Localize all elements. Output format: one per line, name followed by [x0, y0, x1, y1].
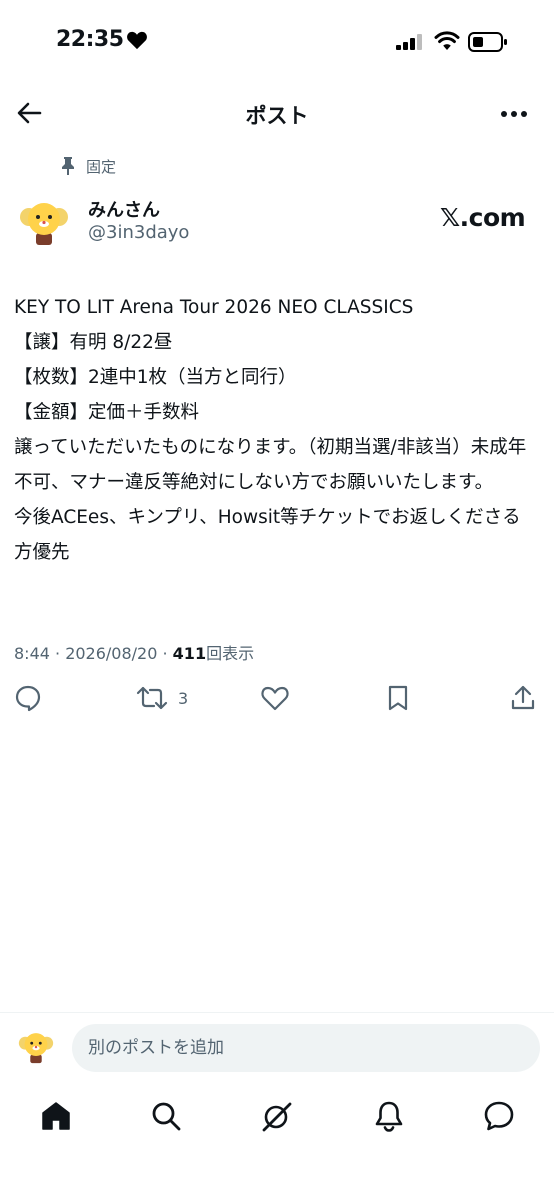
signal-icon — [396, 34, 422, 50]
user-handle[interactable]: @3in3dayo — [88, 222, 189, 243]
page-title: ポスト — [245, 104, 309, 128]
reply-icon[interactable] — [14, 684, 42, 712]
grok-icon[interactable] — [260, 1100, 294, 1134]
views-count: 411 — [172, 644, 207, 663]
search-icon[interactable] — [150, 1100, 182, 1132]
divider — [0, 1012, 554, 1013]
avatar[interactable] — [16, 193, 72, 249]
messages-icon[interactable] — [482, 1100, 516, 1132]
post-meta: 8:44 · 2026/08/20 · 411回表示 — [14, 640, 254, 664]
display-name[interactable]: みんさん — [88, 196, 160, 222]
wifi-icon — [434, 31, 460, 50]
more-icon[interactable] — [500, 110, 528, 118]
views-label: 回表示 — [206, 644, 255, 663]
repost-icon[interactable] — [136, 684, 168, 712]
compose-input[interactable]: 別のポストを追加 — [72, 1024, 540, 1072]
post-text: KEY TO LIT Arena Tour 2026 NEO CLASSICS … — [14, 297, 527, 563]
pin-icon — [62, 157, 74, 175]
share-icon[interactable] — [510, 684, 536, 712]
home-icon[interactable] — [40, 1100, 72, 1132]
compose-avatar — [16, 1026, 56, 1066]
like-icon[interactable] — [260, 684, 290, 712]
battery-icon — [468, 32, 507, 52]
heart-icon — [127, 31, 147, 50]
pinned-label: 固定 — [86, 158, 117, 176]
bookmark-icon[interactable] — [386, 684, 410, 712]
notifications-icon[interactable] — [374, 1100, 404, 1132]
status-time: 22:35 — [56, 27, 124, 52]
x-com-logo: 𝕏.com — [440, 203, 526, 232]
post-timestamp: 8:44 · 2026/08/20 · — [14, 644, 173, 663]
repost-count: 3 — [178, 689, 189, 708]
